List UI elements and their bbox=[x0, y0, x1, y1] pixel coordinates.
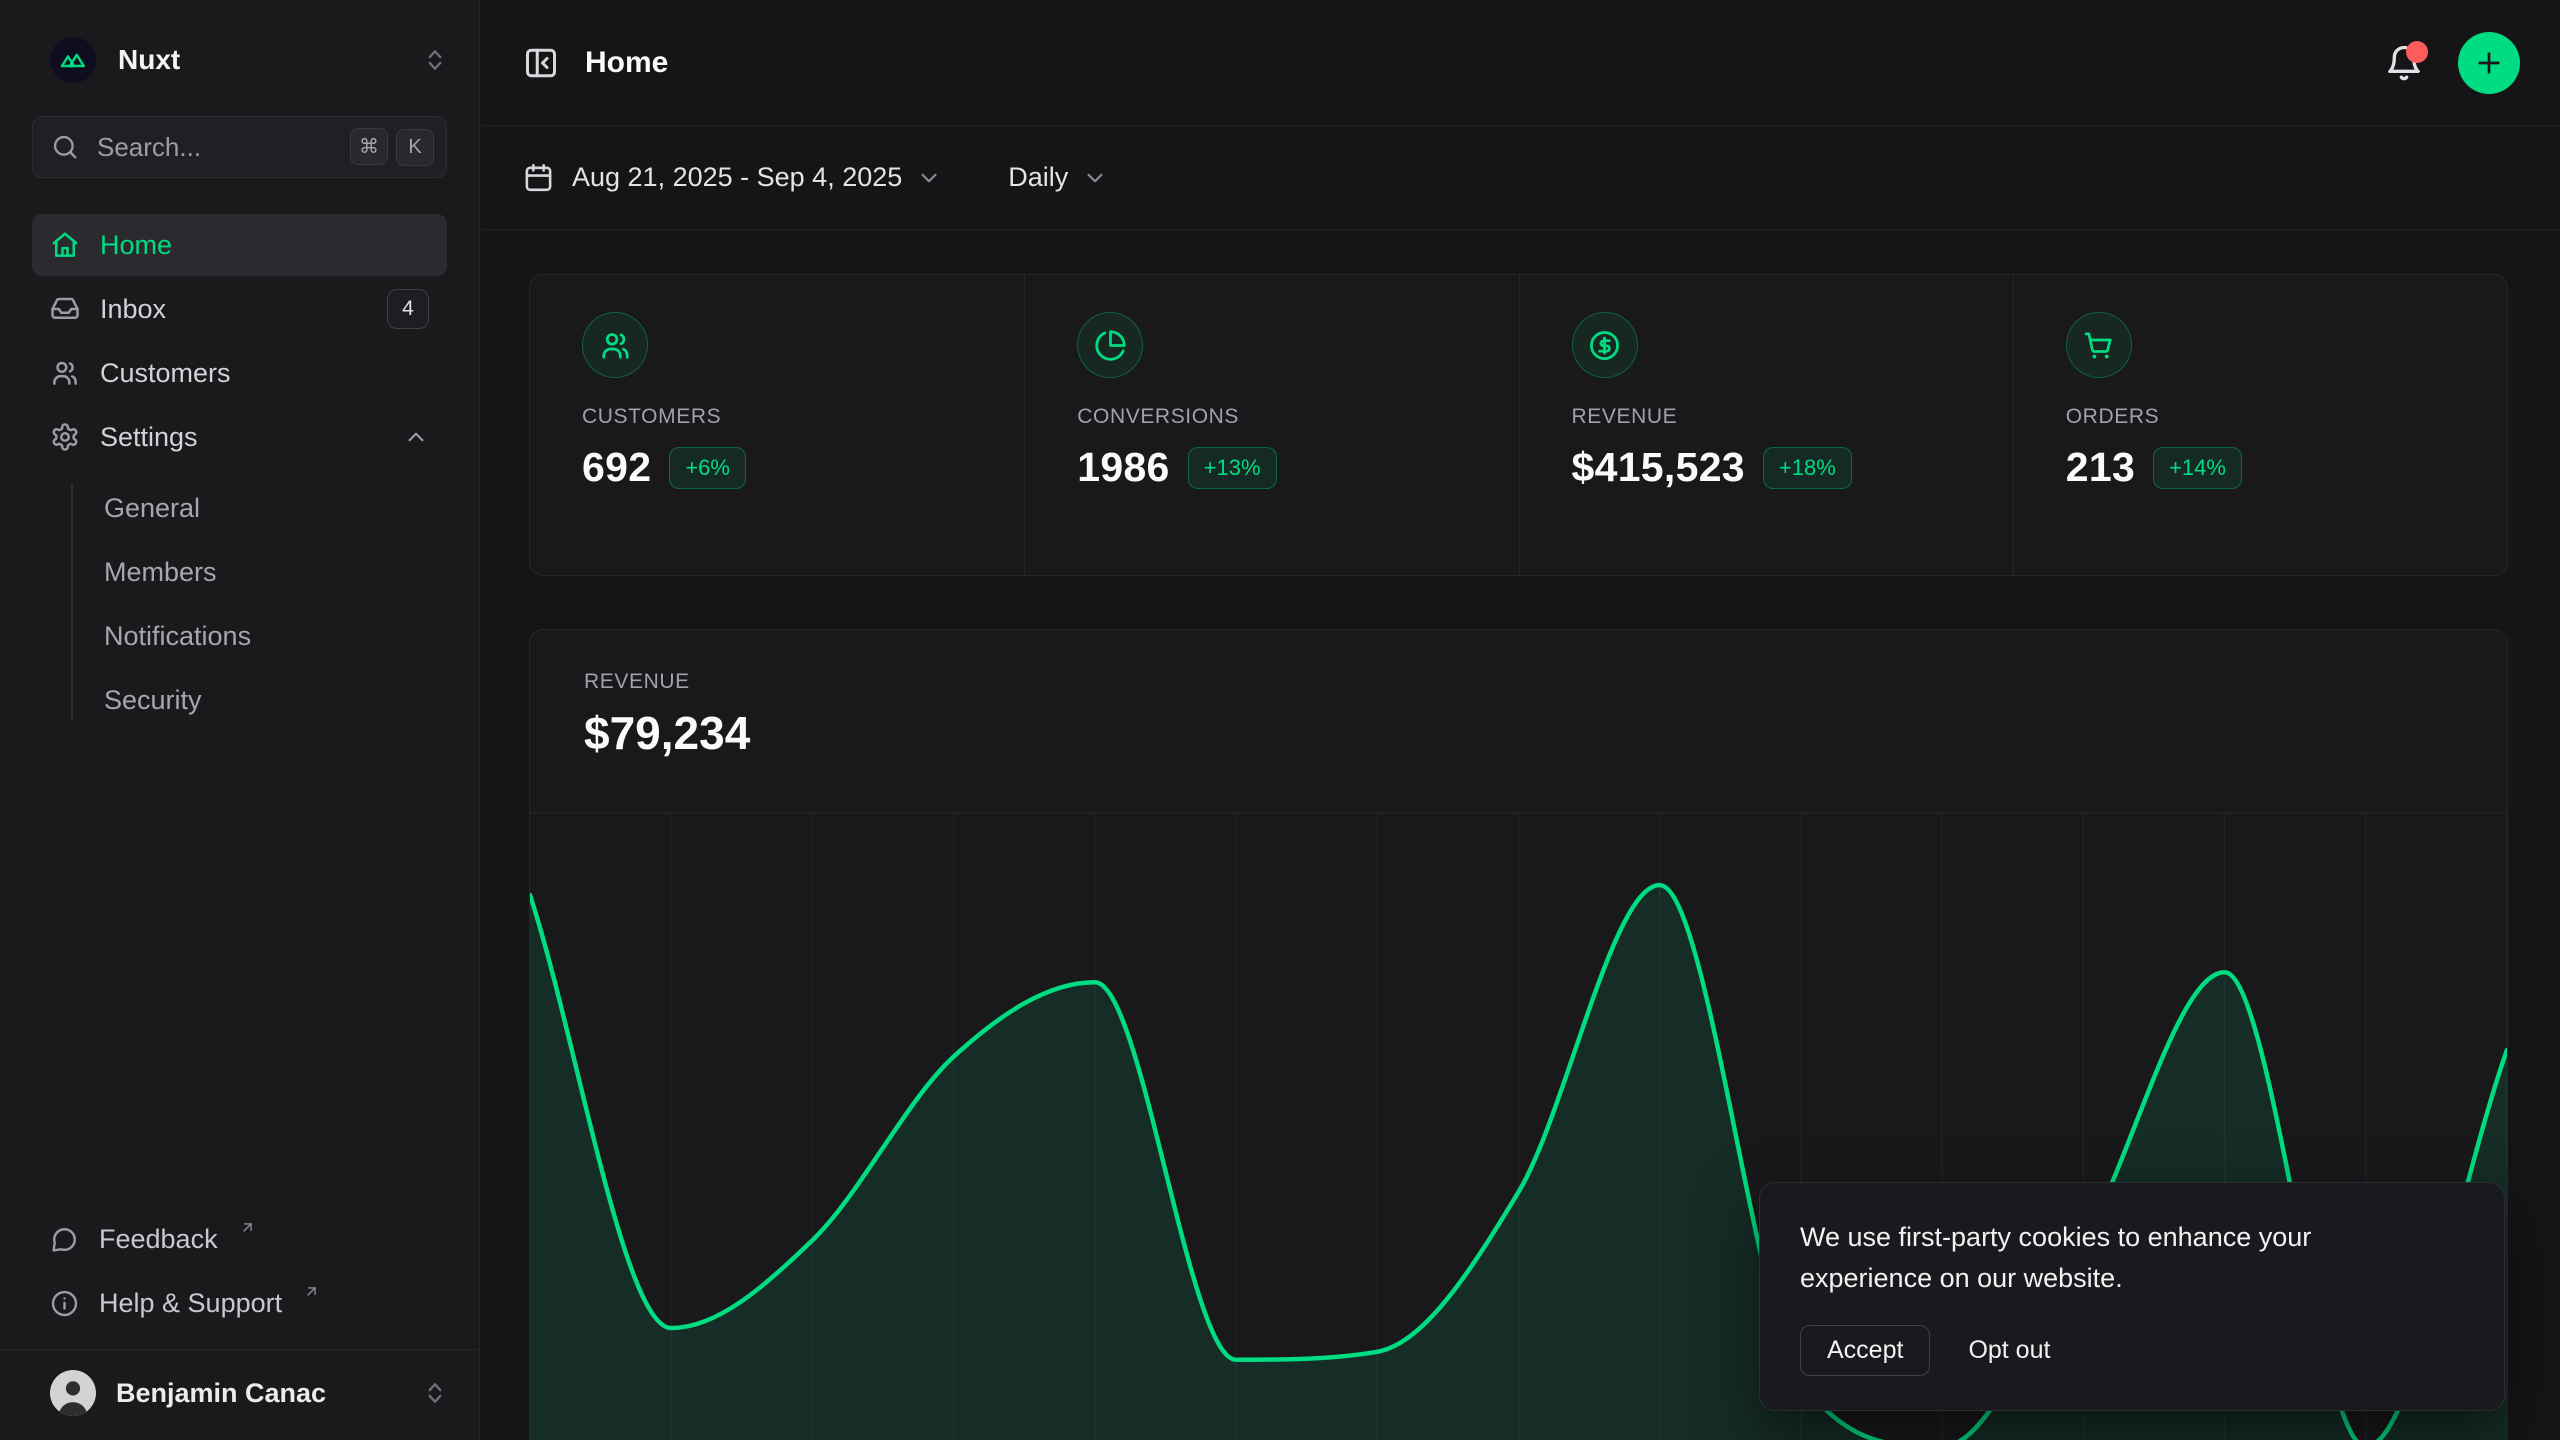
chevron-down-icon bbox=[916, 165, 942, 191]
sidebar-item-settings[interactable]: Settings bbox=[32, 406, 447, 468]
sidebar-subnav: GeneralMembersNotificationsSecurity bbox=[32, 476, 447, 732]
inbox-count-badge: 4 bbox=[387, 289, 429, 329]
sidebar-item-general[interactable]: General bbox=[32, 476, 447, 540]
collapse-sidebar-icon[interactable] bbox=[523, 45, 559, 81]
sidebar: Nuxt Search... ⌘K Home Inbox 4 Customers … bbox=[0, 0, 480, 1440]
page-header: Home bbox=[481, 0, 2560, 126]
revenue-label: REVENUE bbox=[584, 670, 2507, 694]
sidebar-item-label: Inbox bbox=[100, 294, 166, 325]
cookie-actions: Accept Opt out bbox=[1800, 1325, 2464, 1376]
stats-card: CUSTOMERS 692 +6% CONVERSIONS 1986 +13% … bbox=[529, 274, 2508, 576]
chevron-up-icon bbox=[403, 424, 429, 450]
stat-card-customers[interactable]: CUSTOMERS 692 +6% bbox=[530, 275, 1024, 575]
gear-icon bbox=[50, 422, 80, 452]
sidebar-item-label: Settings bbox=[100, 422, 198, 453]
workspace-switcher[interactable]: Nuxt bbox=[50, 34, 449, 86]
workspace-name: Nuxt bbox=[118, 44, 399, 76]
stat-label: REVENUE bbox=[1572, 405, 2013, 429]
stat-value: $415,523 bbox=[1572, 444, 1745, 491]
stat-label: CONVERSIONS bbox=[1077, 405, 1518, 429]
search-kbd-hints: ⌘K bbox=[342, 128, 434, 166]
sidebar-item-security[interactable]: Security bbox=[32, 668, 447, 732]
chevron-down-icon bbox=[1082, 165, 1108, 191]
nuxt-logo-icon bbox=[58, 45, 88, 75]
sidebar-item-home[interactable]: Home bbox=[32, 214, 447, 276]
sidebar-link-help-support[interactable]: Help & Support bbox=[0, 1271, 479, 1335]
sidebar-item-notifications[interactable]: Notifications bbox=[32, 604, 447, 668]
stat-value: 213 bbox=[2066, 444, 2135, 491]
pie-chart-icon bbox=[1094, 329, 1127, 362]
search-icon bbox=[51, 133, 79, 161]
sidebar-item-label: Customers bbox=[100, 358, 231, 389]
stat-delta-badge: +18% bbox=[1763, 447, 1852, 489]
users-icon bbox=[50, 358, 80, 388]
accept-button[interactable]: Accept bbox=[1800, 1325, 1930, 1376]
subnav-guide-line bbox=[71, 484, 73, 720]
stat-card-revenue[interactable]: REVENUE $415,523 +18% bbox=[1519, 275, 2013, 575]
sidebar-footer-links: Feedback Help & Support bbox=[0, 1207, 479, 1335]
sidebar-link-label: Help & Support bbox=[99, 1288, 282, 1319]
plus-icon bbox=[2473, 47, 2505, 79]
arrow-up-right-icon bbox=[303, 1283, 320, 1300]
sidebar-link-label: Feedback bbox=[99, 1224, 218, 1255]
stat-delta-badge: +14% bbox=[2153, 447, 2242, 489]
chevrons-up-down-icon bbox=[421, 46, 449, 74]
chevrons-up-down-icon bbox=[421, 1379, 449, 1407]
add-button[interactable] bbox=[2458, 32, 2520, 94]
cookie-message: We use first-party cookies to enhance yo… bbox=[1800, 1217, 2410, 1299]
stat-icon-circle bbox=[1572, 312, 1638, 378]
cart-icon bbox=[2082, 329, 2115, 362]
users-icon bbox=[599, 329, 632, 362]
stat-icon-circle bbox=[2066, 312, 2132, 378]
sidebar-nav: Home Inbox 4 Customers Settings GeneralMem… bbox=[32, 214, 447, 732]
kbd-hint: K bbox=[396, 129, 434, 166]
granularity-select[interactable]: Daily bbox=[1008, 162, 1068, 193]
sidebar-item-label: Home bbox=[100, 230, 172, 261]
stat-delta-badge: +13% bbox=[1188, 447, 1277, 489]
date-range-picker[interactable]: Aug 21, 2025 - Sep 4, 2025 bbox=[572, 162, 902, 193]
search-input[interactable]: Search... ⌘K bbox=[32, 116, 447, 178]
sidebar-item-inbox[interactable]: Inbox 4 bbox=[32, 278, 447, 340]
filters-bar: Aug 21, 2025 - Sep 4, 2025 Daily bbox=[481, 126, 2560, 230]
info-circle-icon bbox=[50, 1289, 79, 1318]
stat-label: ORDERS bbox=[2066, 405, 2507, 429]
revenue-total: $79,234 bbox=[584, 706, 2507, 760]
stat-value: 692 bbox=[582, 444, 651, 491]
kbd-hint: ⌘ bbox=[350, 128, 388, 165]
stat-label: CUSTOMERS bbox=[582, 405, 1024, 429]
notification-dot bbox=[2406, 41, 2428, 63]
nuxt-logo bbox=[50, 37, 96, 83]
inbox-icon bbox=[50, 294, 80, 324]
sidebar-link-feedback[interactable]: Feedback bbox=[0, 1207, 479, 1271]
avatar bbox=[50, 1370, 96, 1416]
sidebar-item-customers[interactable]: Customers bbox=[32, 342, 447, 404]
chat-bubble-icon bbox=[50, 1225, 79, 1254]
sidebar-bottom: Feedback Help & Support Benjamin Canac bbox=[0, 1207, 479, 1440]
user-menu[interactable]: Benjamin Canac bbox=[0, 1350, 479, 1440]
home-icon bbox=[50, 230, 80, 260]
stat-icon-circle bbox=[582, 312, 648, 378]
opt-out-button[interactable]: Opt out bbox=[1968, 1336, 2050, 1365]
sidebar-item-members[interactable]: Members bbox=[32, 540, 447, 604]
cookie-banner: We use first-party cookies to enhance yo… bbox=[1759, 1182, 2505, 1411]
notifications-button[interactable] bbox=[2384, 43, 2424, 83]
stat-card-orders[interactable]: ORDERS 213 +14% bbox=[2013, 275, 2507, 575]
search-placeholder: Search... bbox=[97, 132, 324, 163]
dollar-circle-icon bbox=[1588, 329, 1621, 362]
stat-icon-circle bbox=[1077, 312, 1143, 378]
stat-card-conversions[interactable]: CONVERSIONS 1986 +13% bbox=[1024, 275, 1518, 575]
arrow-up-right-icon bbox=[239, 1219, 256, 1236]
calendar-icon bbox=[523, 162, 554, 193]
stat-value: 1986 bbox=[1077, 444, 1169, 491]
dashboard-app: Nuxt Search... ⌘K Home Inbox 4 Customers … bbox=[0, 0, 2560, 1440]
page-title: Home bbox=[585, 46, 2384, 80]
user-name: Benjamin Canac bbox=[116, 1378, 401, 1409]
stat-delta-badge: +6% bbox=[669, 447, 746, 489]
revenue-card-header: REVENUE $79,234 bbox=[530, 630, 2507, 760]
